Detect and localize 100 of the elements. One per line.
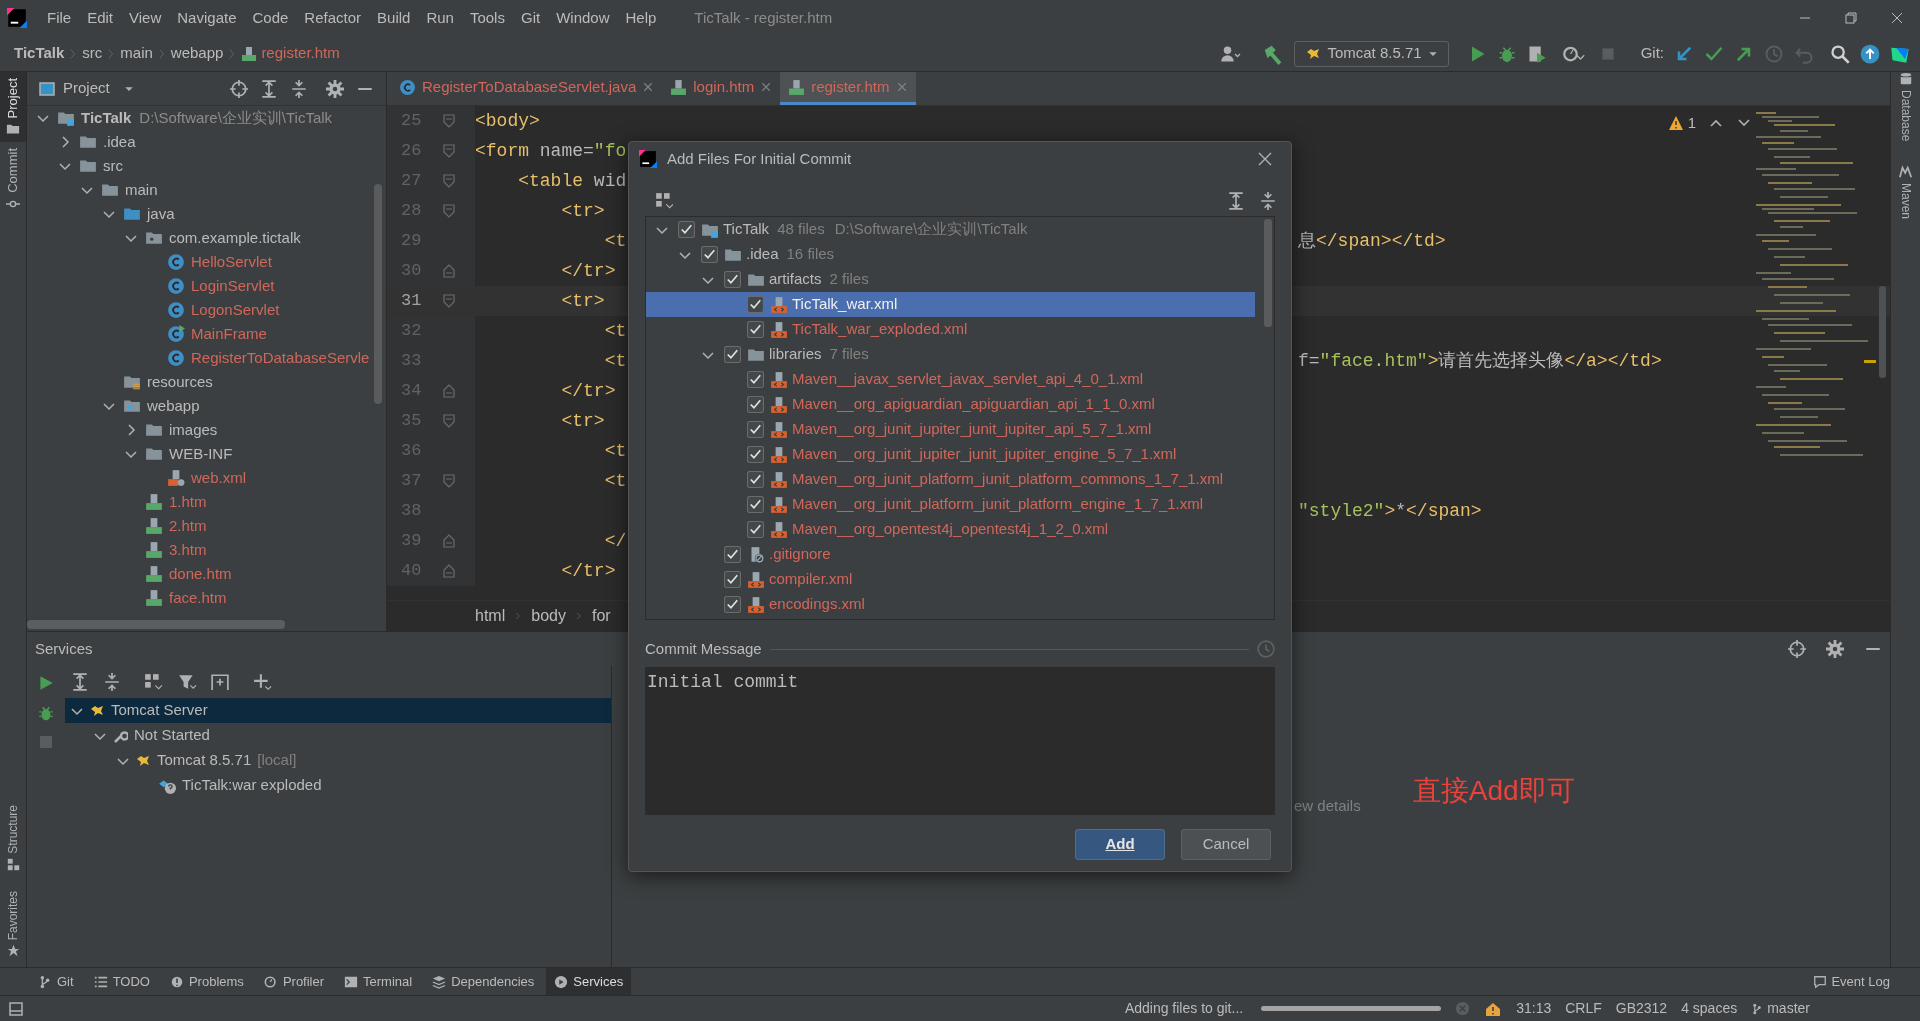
tree-item[interactable]: MainFrame <box>27 322 386 346</box>
fold-icon[interactable] <box>441 413 457 429</box>
menu-item[interactable]: Run <box>418 6 462 30</box>
checkbox[interactable] <box>724 571 741 588</box>
checkbox[interactable] <box>724 596 741 613</box>
checkbox[interactable] <box>747 421 764 438</box>
tree-item[interactable]: 3.htm <box>27 538 386 562</box>
menu-item[interactable]: Git <box>512 6 549 30</box>
checkbox[interactable] <box>724 346 741 363</box>
tree-item[interactable]: webapp <box>27 394 386 418</box>
checkbox[interactable] <box>747 296 764 313</box>
editor-tab[interactable]: RegisterToDatabaseServlet.java <box>391 72 663 105</box>
tree-item[interactable]: artifacts 2 files <box>646 267 1274 292</box>
menu-item[interactable]: Help <box>617 6 665 30</box>
fold-icon[interactable] <box>441 113 457 129</box>
menu-item[interactable]: Code <box>244 6 297 30</box>
new-tab-icon[interactable] <box>211 673 229 691</box>
add-icon[interactable] <box>251 673 273 691</box>
tree-item[interactable]: java <box>27 202 386 226</box>
close-icon[interactable] <box>642 81 655 93</box>
warning-marker[interactable] <box>1864 360 1876 363</box>
vertical-scrollbar[interactable] <box>374 184 382 404</box>
status-item[interactable]: 31:13 <box>1516 998 1552 1019</box>
fold-icon[interactable] <box>441 143 457 159</box>
fold-icon[interactable] <box>441 203 457 219</box>
expand-all-icon[interactable] <box>71 673 89 691</box>
tree-item[interactable]: src <box>27 154 386 178</box>
tree-item[interactable]: .gitignore <box>646 542 1274 567</box>
group-by-icon[interactable] <box>655 192 673 210</box>
tree-item[interactable]: Maven__org_junit_platform_junit_platform_engine_1_7_1.xml <box>646 492 1274 517</box>
collapse-all-icon[interactable] <box>103 673 121 691</box>
tree-item[interactable]: Tomcat Server <box>65 698 611 723</box>
tool-window-tab[interactable]: Problems <box>161 968 252 995</box>
tree-item[interactable]: Tomcat 8.5.71 [local] <box>65 748 611 773</box>
run-icon[interactable] <box>37 674 55 692</box>
tree-item[interactable]: TicTalk:war exploded <box>65 773 611 798</box>
unfold-icon[interactable] <box>441 383 457 399</box>
status-item[interactable]: GB2312 <box>1615 998 1668 1019</box>
breadcrumb[interactable]: main <box>120 42 153 65</box>
menu-item[interactable]: Navigate <box>169 6 245 30</box>
expand-all-icon[interactable] <box>260 79 278 98</box>
warning-icon[interactable] <box>1484 1000 1503 1017</box>
tool-window-tab[interactable]: TODO <box>85 968 158 995</box>
tool-window-tab[interactable]: Git <box>30 968 82 995</box>
breadcrumb[interactable]: TicTalk <box>14 42 65 65</box>
breadcrumb[interactable]: body <box>531 604 566 628</box>
checkbox[interactable] <box>747 521 764 538</box>
tree-item[interactable]: images <box>27 418 386 442</box>
tree-item[interactable]: WEB-INF <box>27 442 386 466</box>
warning-indicator[interactable]: 1 <box>1667 112 1696 135</box>
checkbox[interactable] <box>747 371 764 388</box>
settings-icon[interactable] <box>1826 640 1844 658</box>
horizontal-scrollbar[interactable] <box>27 620 285 629</box>
run-configuration-dropdown[interactable]: Tomcat 8.5.71 <box>1294 40 1449 67</box>
close-icon[interactable] <box>1889 10 1905 26</box>
tree-item[interactable]: TicTalk_war_exploded.xml <box>646 317 1274 342</box>
project-view-selector[interactable]: Project <box>39 77 134 100</box>
tree-item[interactable]: Maven__org_junit_platform_junit_platform_commons_1_7_1.xml <box>646 467 1274 492</box>
tree-item[interactable]: Maven__javax_servlet_javax_servlet_api_4_0_1.xml <box>646 367 1274 392</box>
tool-window-tab[interactable]: Project <box>0 72 26 143</box>
menu-item[interactable]: View <box>121 6 170 30</box>
commit-message-field[interactable]: Initial commit <box>645 666 1275 815</box>
status-item[interactable]: CRLF <box>1565 998 1602 1019</box>
tool-window-tab[interactable]: Dependencies <box>424 968 543 995</box>
settings-icon[interactable] <box>326 79 344 98</box>
close-icon[interactable] <box>1257 151 1273 167</box>
menu-item[interactable]: Window <box>548 6 618 30</box>
checkbox[interactable] <box>701 246 718 263</box>
tree-item[interactable]: TicTalk_war.xml <box>646 292 1255 317</box>
locate-icon[interactable] <box>230 79 248 98</box>
unfold-icon[interactable] <box>441 563 457 579</box>
tree-item[interactable]: Maven__org_junit_jupiter_junit_jupiter_api_5_7_1.xml <box>646 417 1274 442</box>
tool-window-tab[interactable]: Database <box>1891 72 1920 148</box>
search-icon[interactable] <box>1830 43 1850 64</box>
expand-all-icon[interactable] <box>1227 192 1245 210</box>
tree-item[interactable]: com.example.tictalk <box>27 226 386 250</box>
tree-item[interactable]: main <box>27 178 386 202</box>
tool-window-tab[interactable]: Services <box>546 968 632 995</box>
tree-item[interactable]: LoginServlet <box>27 274 386 298</box>
tree-item[interactable]: .idea <box>27 130 386 154</box>
debug-icon[interactable] <box>37 704 55 722</box>
tree-item[interactable]: compiler.xml <box>646 567 1274 592</box>
tree-item[interactable]: 1.htm <box>27 490 386 514</box>
tree-item[interactable]: Maven__org_opentest4j_opentest4j_1_2_0.xml <box>646 517 1274 542</box>
checkbox[interactable] <box>747 471 764 488</box>
fold-icon[interactable] <box>441 173 457 189</box>
group-by-icon[interactable] <box>143 673 163 691</box>
checkbox[interactable] <box>747 446 764 463</box>
fold-icon[interactable] <box>441 473 457 489</box>
vertical-scrollbar[interactable] <box>1879 286 1886 378</box>
breadcrumb[interactable]: webapp <box>170 42 224 65</box>
collapse-all-icon[interactable] <box>1259 192 1277 210</box>
editor-tab[interactable]: login.htm <box>662 72 781 105</box>
menu-item[interactable]: File <box>39 6 80 30</box>
tree-item[interactable]: Maven__org_apiguardian_apiguardian_api_1_1_0.xml <box>646 392 1274 417</box>
restore-icon[interactable] <box>1843 10 1859 26</box>
tool-window-tab[interactable]: Favorites <box>0 890 26 957</box>
tree-item[interactable]: encodings.xml <box>646 592 1274 617</box>
breadcrumb[interactable]: src <box>82 42 103 65</box>
fold-icon[interactable] <box>441 293 457 309</box>
